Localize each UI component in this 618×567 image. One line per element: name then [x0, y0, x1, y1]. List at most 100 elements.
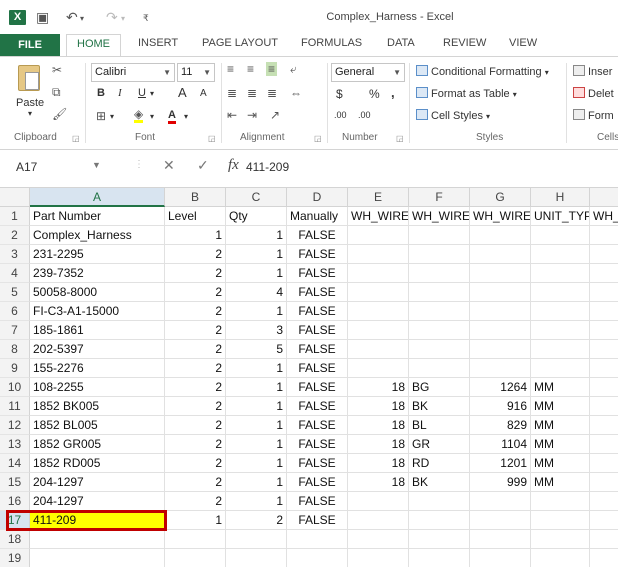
table-cell[interactable]: 1852 BL005: [30, 416, 165, 435]
table-cell[interactable]: [470, 283, 531, 302]
table-cell[interactable]: 1852 GR005: [30, 435, 165, 454]
column-header-partial[interactable]: [590, 188, 618, 207]
table-cell[interactable]: 50058-8000: [30, 283, 165, 302]
tab-review[interactable]: REVIEW: [443, 37, 486, 49]
table-cell[interactable]: [348, 283, 409, 302]
table-cell[interactable]: MM: [531, 416, 590, 435]
table-cell[interactable]: [590, 340, 618, 359]
table-cell[interactable]: 1: [226, 245, 287, 264]
row-header-5[interactable]: 5: [0, 283, 30, 302]
table-cell[interactable]: [348, 226, 409, 245]
table-cell[interactable]: 1104: [470, 435, 531, 454]
table-cell[interactable]: 239-7352: [30, 264, 165, 283]
table-cell[interactable]: 1: [165, 226, 226, 245]
name-box[interactable]: A17: [6, 157, 124, 177]
conditional-formatting-button[interactable]: Conditional Formatting ▾: [416, 65, 549, 78]
row-header-1[interactable]: 1: [0, 207, 30, 226]
table-cell[interactable]: 204-1297: [30, 473, 165, 492]
align-center-icon[interactable]: ≣: [247, 86, 257, 100]
align-right-icon[interactable]: ≣: [267, 86, 277, 100]
row-header-14[interactable]: 14: [0, 454, 30, 473]
align-bottom-icon[interactable]: ≡: [266, 62, 278, 76]
header-cell[interactable]: Qty: [226, 207, 287, 226]
table-cell[interactable]: [409, 549, 470, 567]
font-name-combo[interactable]: Calibri ▼: [91, 63, 175, 82]
table-cell[interactable]: MM: [531, 435, 590, 454]
table-cell[interactable]: 1: [226, 378, 287, 397]
table-cell[interactable]: [531, 359, 590, 378]
table-cell[interactable]: [409, 283, 470, 302]
insert-function-icon[interactable]: fx: [228, 157, 239, 174]
header-cell[interactable]: UNIT_TYPI: [531, 207, 590, 226]
table-cell[interactable]: FALSE: [287, 340, 348, 359]
table-cell[interactable]: MM: [531, 378, 590, 397]
table-cell[interactable]: 18: [348, 378, 409, 397]
font-size-combo[interactable]: 11 ▼: [177, 63, 215, 82]
row-header-10[interactable]: 10: [0, 378, 30, 397]
row-header-7[interactable]: 7: [0, 321, 30, 340]
table-cell[interactable]: [531, 302, 590, 321]
column-header-c[interactable]: C: [226, 188, 287, 207]
table-cell[interactable]: 2: [165, 454, 226, 473]
number-format-combo[interactable]: General ▼: [331, 63, 405, 82]
table-cell[interactable]: 4: [226, 283, 287, 302]
paste-dropdown-icon[interactable]: ▾: [28, 109, 32, 118]
table-cell[interactable]: [531, 264, 590, 283]
table-cell[interactable]: [590, 245, 618, 264]
table-cell[interactable]: 1852 BK005: [30, 397, 165, 416]
table-cell[interactable]: 2: [165, 283, 226, 302]
table-cell[interactable]: 2: [165, 302, 226, 321]
number-launcher-icon[interactable]: ◲: [396, 134, 404, 143]
table-cell[interactable]: [165, 549, 226, 567]
header-cell[interactable]: Manually: [287, 207, 348, 226]
table-cell[interactable]: Complex_Harness: [30, 226, 165, 245]
table-cell[interactable]: FALSE: [287, 378, 348, 397]
table-cell[interactable]: [590, 321, 618, 340]
table-cell[interactable]: [409, 492, 470, 511]
tab-formulas[interactable]: FORMULAS: [301, 37, 362, 49]
fill-color-icon[interactable]: ◈: [134, 108, 144, 123]
table-cell[interactable]: 204-1297: [30, 492, 165, 511]
header-cell[interactable]: WH_WIRE: [470, 207, 531, 226]
table-cell[interactable]: 108-2255: [30, 378, 165, 397]
table-cell[interactable]: [348, 530, 409, 549]
cut-icon[interactable]: ✂: [52, 63, 62, 77]
header-cell[interactable]: Part Number: [30, 207, 165, 226]
table-cell[interactable]: FALSE: [287, 302, 348, 321]
header-cell[interactable]: WH_WIRE: [348, 207, 409, 226]
cancel-icon[interactable]: ✕: [163, 157, 175, 174]
increase-indent-icon[interactable]: ⇥: [247, 108, 257, 122]
underline-button[interactable]: U: [138, 87, 146, 99]
table-cell[interactable]: FALSE: [287, 511, 348, 530]
table-cell[interactable]: 18: [348, 397, 409, 416]
table-cell[interactable]: [348, 492, 409, 511]
row-header-19[interactable]: 19: [0, 549, 30, 567]
table-cell[interactable]: FALSE: [287, 473, 348, 492]
table-cell[interactable]: 2: [165, 264, 226, 283]
table-cell[interactable]: [348, 302, 409, 321]
table-cell[interactable]: 1: [226, 264, 287, 283]
column-header-f[interactable]: F: [409, 188, 470, 207]
row-header-16[interactable]: 16: [0, 492, 30, 511]
align-top-icon[interactable]: ≡: [227, 62, 234, 76]
table-cell[interactable]: 1201: [470, 454, 531, 473]
table-cell[interactable]: [531, 245, 590, 264]
table-cell[interactable]: FALSE: [287, 264, 348, 283]
table-cell[interactable]: 3: [226, 321, 287, 340]
merge-center-icon[interactable]: ⇔: [290, 86, 302, 100]
table-cell[interactable]: [590, 397, 618, 416]
table-cell[interactable]: [30, 530, 165, 549]
row-header-17[interactable]: 17: [0, 511, 30, 530]
table-cell[interactable]: 1: [226, 492, 287, 511]
decrease-indent-icon[interactable]: ⇤: [227, 108, 237, 122]
table-cell[interactable]: 1: [226, 226, 287, 245]
table-cell[interactable]: [590, 435, 618, 454]
column-header-a[interactable]: A: [30, 188, 165, 207]
table-cell[interactable]: [30, 549, 165, 567]
table-cell[interactable]: 2: [165, 359, 226, 378]
table-cell[interactable]: [409, 340, 470, 359]
row-header-9[interactable]: 9: [0, 359, 30, 378]
table-cell[interactable]: [409, 321, 470, 340]
table-cell[interactable]: 916: [470, 397, 531, 416]
table-cell[interactable]: FI-C3-A1-15000: [30, 302, 165, 321]
